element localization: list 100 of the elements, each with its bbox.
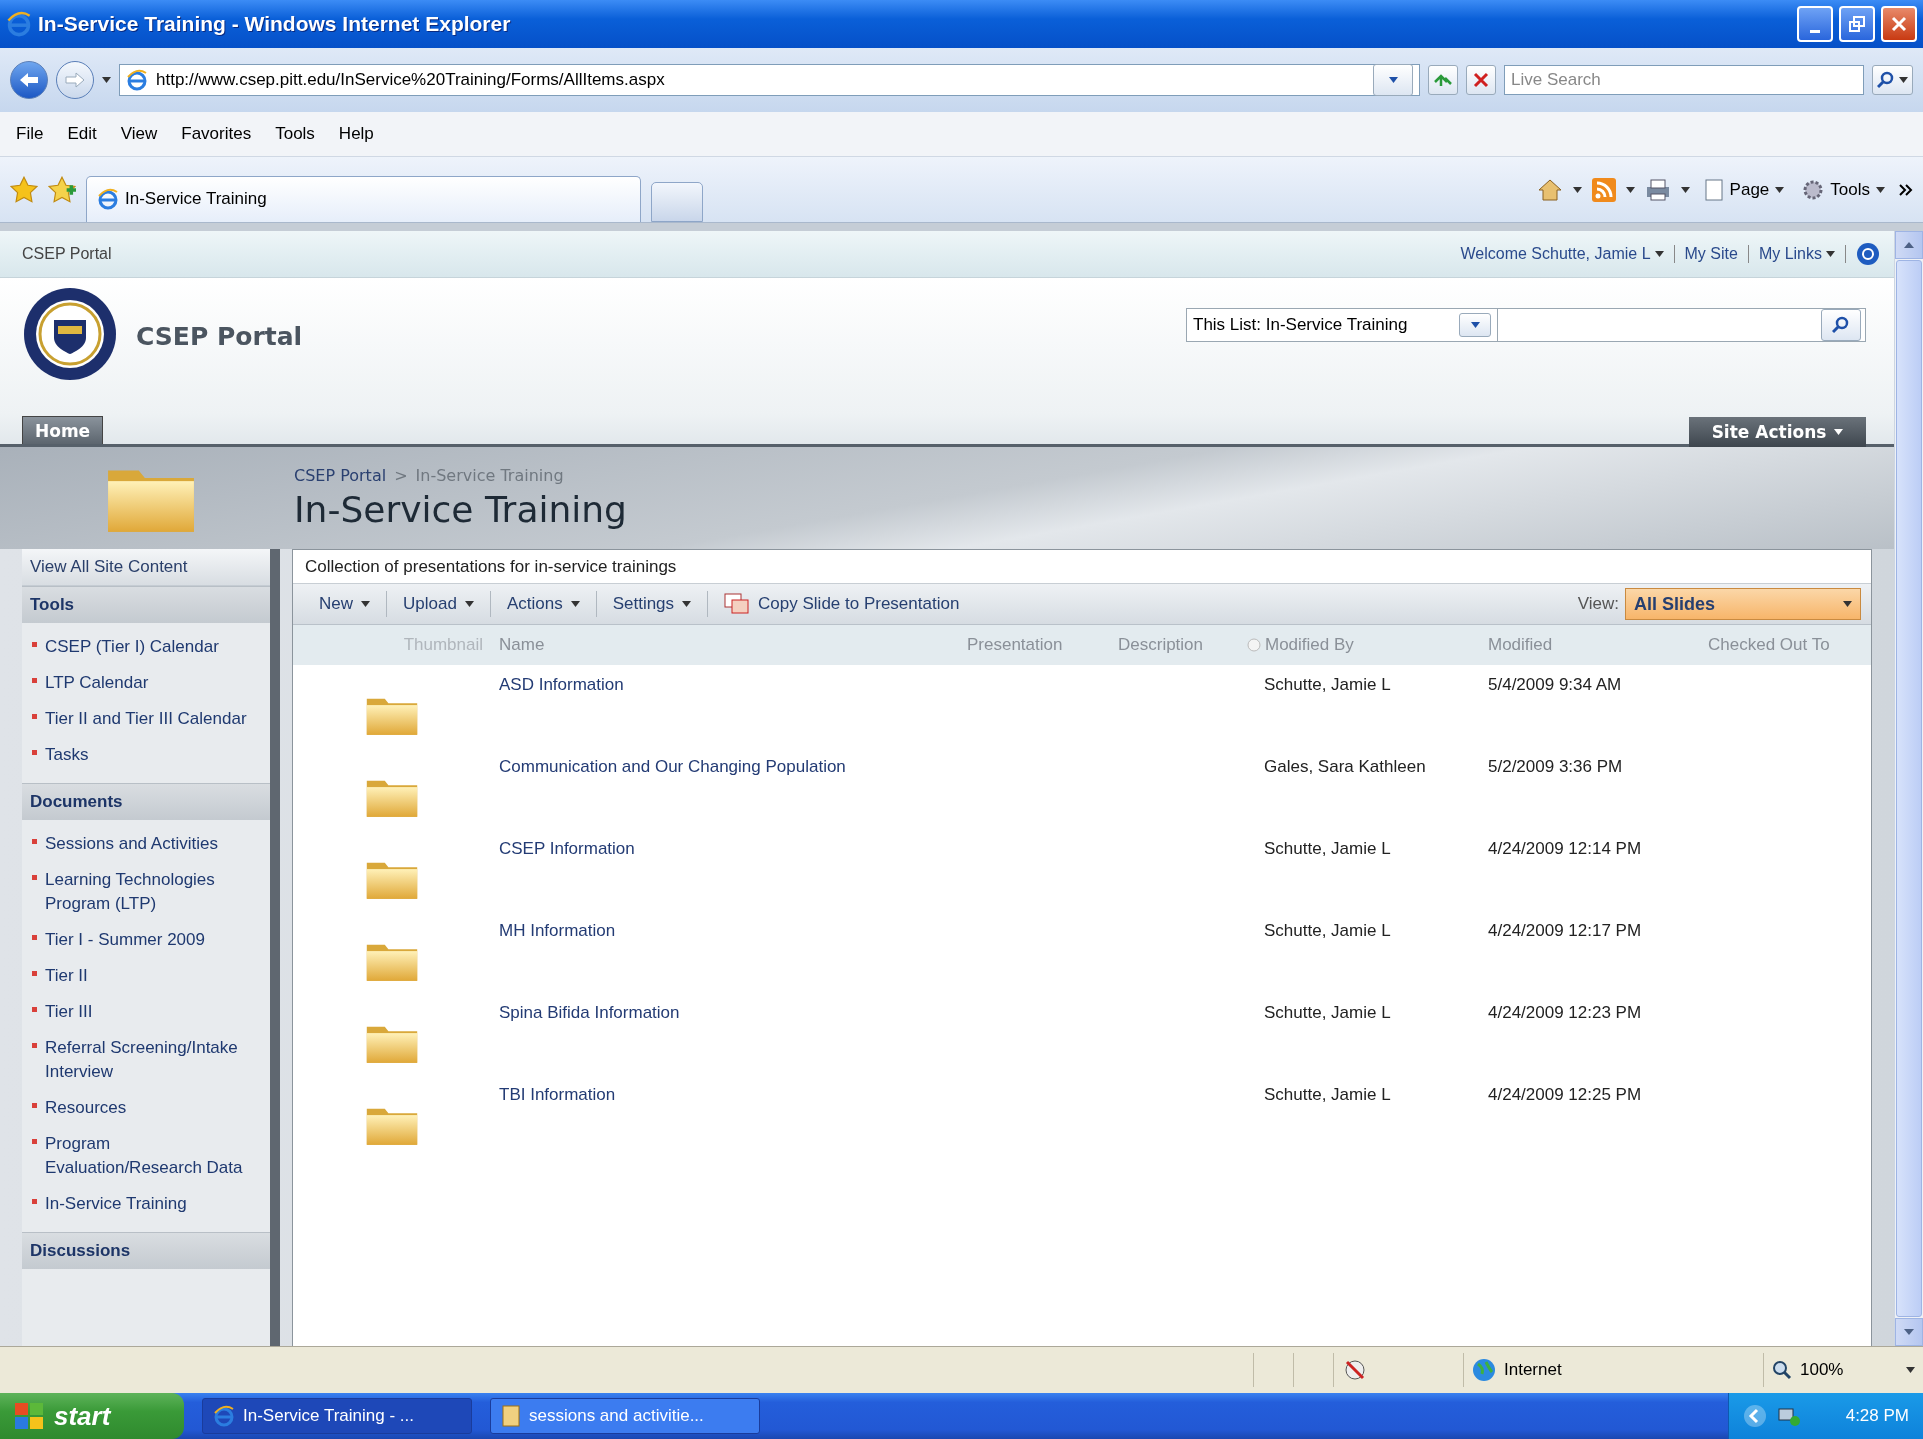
caret-icon [1906,1367,1915,1373]
my-links-menu[interactable]: My Links [1758,245,1835,263]
caret-icon [1834,429,1844,435]
nav-link[interactable]: Program Evaluation/Research Data [45,1132,262,1180]
caret-icon [1826,251,1835,257]
x-icon [1473,72,1489,88]
nav-link[interactable]: Sessions and Activities [45,832,218,856]
menu-item[interactable]: Favorites [169,124,264,144]
item-name-link[interactable]: CSEP Information [499,839,635,858]
item-name-link[interactable]: Communication and Our Changing Population [499,757,846,776]
dropdown-button[interactable] [1373,64,1413,96]
stop-button[interactable] [1466,65,1496,95]
star-icon[interactable] [10,175,38,204]
search-button[interactable] [1872,65,1913,95]
site-title[interactable]: CSEP Portal [136,322,1168,351]
modified-by-cell: Schutte, Jamie L [1264,839,1391,858]
breadcrumb-link[interactable]: CSEP Portal [294,466,387,485]
nav-link[interactable]: Resources [45,1096,127,1120]
menu-item[interactable]: Edit [55,124,109,144]
scrollbar[interactable] [1894,231,1923,1346]
window-title: In-Service Training - Windows Internet Explorer [38,12,512,36]
site-actions-menu[interactable]: Site Actions [1689,417,1866,447]
forward-button[interactable] [56,61,94,99]
new-tab-button[interactable] [651,181,703,222]
presence-icon [1247,638,1261,652]
minimize-icon [1810,29,1820,33]
command-button[interactable]: Tools [1798,176,1889,203]
caret-icon [1843,601,1852,607]
item-name-link[interactable]: MH Information [499,921,616,940]
nav-heading[interactable]: Documents [22,783,270,820]
view-dropdown[interactable]: All Slides [1625,588,1861,620]
restore-icon [1849,16,1865,32]
nav-link[interactable]: Learning Technologies Program (LTP) [45,868,262,916]
nav-link[interactable]: Referral Screening/Intake Interview [45,1036,262,1084]
nav-link[interactable]: CSEP (Tier I) Calendar [45,635,219,659]
page-icon [1703,178,1724,201]
toolbar-menu[interactable]: Actions [490,591,597,617]
menu-item[interactable]: Tools [263,124,327,144]
bullet-icon [32,714,37,719]
chevron-icon[interactable] [1899,183,1913,196]
modified-by-cell: Schutte, Jamie L [1264,1003,1391,1022]
item-name-link[interactable]: TBI Information [499,1085,616,1104]
search-scope-dropdown[interactable]: This List: In-Service Training [1186,308,1498,342]
privacy-icon[interactable] [1342,1358,1368,1382]
zone-label: Internet [1504,1360,1562,1380]
refresh-button[interactable] [1428,65,1458,95]
document-icon [501,1405,521,1427]
site-link[interactable]: CSEP Portal [22,245,112,263]
feed-icon[interactable] [1591,177,1616,202]
nav-link[interactable]: Tasks [45,743,89,767]
back-arrow-icon [18,71,40,89]
nav-tab[interactable]: Home [22,416,104,444]
taskbar-button[interactable]: sessions and activitie... [490,1398,760,1434]
caret-icon [1654,251,1664,257]
nav-link[interactable]: Tier I - Summer 2009 [45,928,205,952]
copy-slide-button[interactable]: Copy Slide to Presentation [708,591,976,617]
welcome-menu[interactable]: Welcome Schutte, Jamie L [1460,245,1664,263]
caret-icon [1572,186,1582,193]
nav-link[interactable]: Tier II and Tier III Calendar [45,707,247,731]
menu-item[interactable]: File [4,124,56,144]
back-button[interactable] [10,61,48,99]
nav-heading[interactable]: Discussions [22,1232,270,1269]
bullet-icon [32,1043,37,1048]
toolbar-menu[interactable]: Upload [387,591,491,617]
site-search-field[interactable] [1498,308,1866,342]
item-name-link[interactable]: Spina Bifida Information [499,1003,680,1022]
gear-icon [1802,178,1825,201]
modified-by-cell: Gales, Sara Kathleen [1264,757,1426,776]
nav-heading[interactable]: Tools [22,586,270,623]
toolbar-menu[interactable]: New [303,591,387,617]
taskbar-button[interactable]: In-Service Training - ... [202,1398,472,1434]
start-button[interactable]: start [0,1393,184,1439]
nav-link[interactable]: In-Service Training [45,1192,187,1216]
home-icon[interactable] [1536,177,1563,202]
printer-icon[interactable] [1644,177,1671,202]
add-star-icon[interactable] [48,175,76,204]
item-name-link[interactable]: ASD Information [499,675,624,694]
toolbar-menu[interactable]: Settings [596,591,709,617]
nav-link[interactable]: Tier II [45,964,88,988]
address-field[interactable]: http://www.csep.pitt.edu/InService%20Training/Forms/AllItems.aspx [119,64,1420,96]
close-button[interactable] [1881,6,1917,42]
menu-item[interactable]: Help [326,124,386,144]
nav-link[interactable]: Tier III [45,1000,93,1024]
bullet-icon [32,678,37,683]
restore-button[interactable] [1839,6,1875,42]
search-field[interactable]: Live Search [1504,65,1864,95]
command-button[interactable]: Page [1699,176,1789,203]
bullet-icon [32,642,37,647]
view-all-link[interactable]: View All Site Content [22,549,270,586]
minimize-button[interactable] [1797,6,1833,42]
browser-tab[interactable]: In-Service Training [86,175,641,222]
up-arrow-icon [1904,242,1914,248]
nav-link[interactable]: LTP Calendar [45,671,149,695]
my-site-link[interactable]: My Site [1684,245,1738,263]
network-icon[interactable] [1777,1405,1801,1427]
zoom-level[interactable]: 100% [1800,1360,1844,1380]
search-button[interactable] [1821,309,1861,341]
bullet-icon [32,875,37,880]
e-logo-icon [6,11,32,37]
menu-item[interactable]: View [108,124,170,144]
